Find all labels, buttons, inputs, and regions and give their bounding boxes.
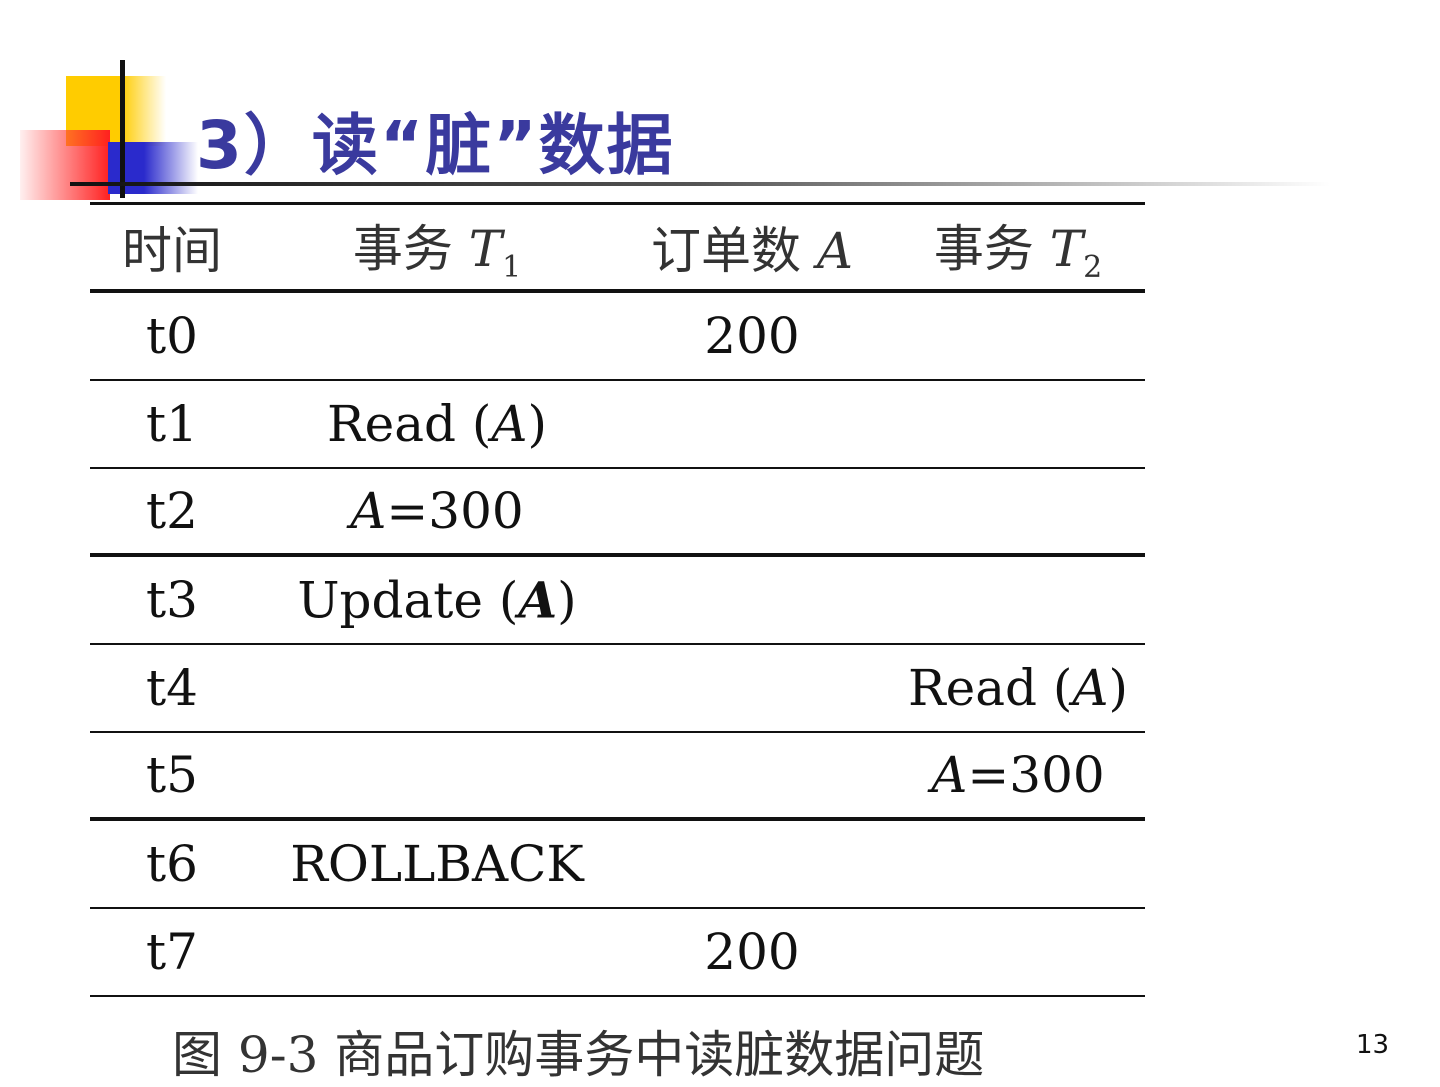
cell-text: =300 [386, 482, 524, 540]
transaction-table: 时间 事务 T1 订单数 A 事务 T2 t0 200 t1 Read (A) t2 A=300 t… [90, 202, 1145, 997]
page-number: 13 [1356, 1030, 1390, 1060]
table-cell: Read (A) [327, 395, 547, 453]
cell-text: T [468, 220, 503, 278]
cell-text: Read ( [326, 395, 492, 453]
logo-vertical-line [120, 60, 125, 198]
slide-logo-decoration [0, 0, 200, 210]
table-cell: A=300 [350, 482, 523, 540]
cell-text: 200 [704, 307, 800, 365]
table-cell: 200 [704, 923, 799, 981]
time-cell: t6 [146, 835, 198, 893]
cell-text: A [491, 395, 528, 453]
cell-text: =300 [967, 746, 1105, 804]
table-row: t4 Read (A) [90, 645, 1145, 733]
table-row: t0 200 [90, 293, 1145, 381]
slide-title: 3）读“脏”数据 [196, 107, 675, 184]
table-row: t2 A=300 [90, 469, 1145, 557]
cell-text: A [816, 222, 854, 280]
time-cell: t3 [146, 571, 198, 629]
table-cell: 200 [704, 307, 799, 365]
cell-text: Read ( [907, 659, 1073, 717]
column-header: 订单数 A [651, 211, 853, 283]
time-cell: t1 [146, 395, 198, 453]
cell-text: A [518, 570, 558, 630]
table-row: t3 Update (A) [90, 557, 1145, 645]
cell-text: T [1049, 220, 1084, 278]
cell-text: Update ( [297, 571, 519, 630]
time-cell: t4 [146, 659, 198, 717]
table-cell: ROLLBACK [290, 835, 584, 893]
time-cell: t7 [146, 923, 198, 981]
figure-caption: 图 9-3 商品订购事务中读脏数据问题 [172, 1026, 985, 1084]
table-row: t1 Read (A) [90, 381, 1145, 469]
cell-text: A [1072, 659, 1109, 717]
table-cell: Update (A) [297, 571, 576, 630]
cell-text: 1 [502, 250, 522, 285]
cell-text: 200 [704, 923, 800, 981]
cell-text: 订单数 [650, 222, 817, 280]
column-header: 事务 T1 [353, 209, 521, 285]
cell-text: 事务 [933, 220, 1050, 278]
table-row: t7 200 [90, 909, 1145, 997]
column-header: 事务 T2 [934, 209, 1102, 285]
table-row: t5 A=300 [90, 733, 1145, 821]
column-header: 时间 [122, 211, 222, 283]
time-cell: t5 [146, 746, 198, 804]
cell-text: A [931, 746, 968, 804]
table-row: t6 ROLLBACK [90, 821, 1145, 909]
cell-text: 时间 [122, 222, 222, 280]
cell-text: A [350, 482, 387, 540]
cell-text: ) [527, 395, 548, 453]
table-header-row: 时间 事务 T1 订单数 A 事务 T2 [90, 202, 1145, 293]
cell-text: ROLLBACK [290, 835, 584, 893]
cell-text: 事务 [352, 220, 469, 278]
cell-text: ) [1108, 659, 1129, 717]
table-cell: A=300 [931, 746, 1104, 804]
logo-red-square [20, 130, 110, 200]
time-cell: t2 [146, 482, 198, 540]
cell-text: 2 [1083, 250, 1103, 285]
cell-text: ) [557, 571, 577, 630]
table-cell: Read (A) [908, 659, 1128, 717]
time-cell: t0 [146, 307, 198, 365]
